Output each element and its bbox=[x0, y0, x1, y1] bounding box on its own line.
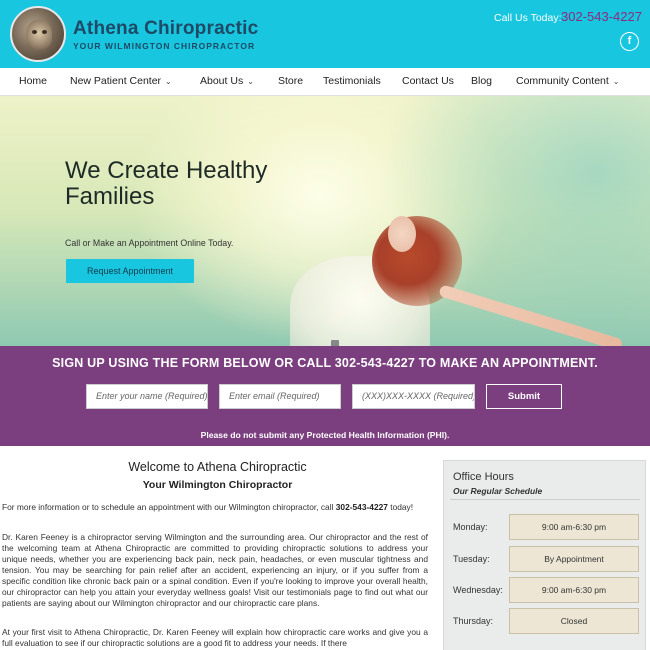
hero-banner bbox=[0, 96, 650, 346]
signup-band: SIGN UP USING THE FORM BELOW OR CALL 302… bbox=[0, 346, 650, 446]
nav-item-label: Contact Us bbox=[402, 75, 454, 87]
nav-item-label: Store bbox=[278, 75, 304, 87]
hours-time: 9:00 am-6:30 pm bbox=[509, 514, 639, 540]
nav-item-about-us[interactable]: About Us ⌄ bbox=[200, 75, 254, 87]
intro-text: For more information or to schedule an a… bbox=[2, 502, 336, 512]
chevron-down-icon: ⌄ bbox=[165, 77, 172, 86]
first-visit-paragraph: At your first visit to Athena Chiropract… bbox=[2, 627, 428, 648]
hours-time: By Appointment bbox=[509, 546, 639, 572]
about-paragraph: Dr. Karen Feeney is a chiropractor servi… bbox=[2, 532, 428, 608]
office-hours-title: Office Hours bbox=[453, 471, 514, 483]
nav-item-testimonials[interactable]: Testimonials bbox=[323, 75, 381, 87]
signup-title: SIGN UP USING THE FORM BELOW OR CALL 302… bbox=[52, 356, 598, 370]
divider bbox=[450, 499, 640, 500]
facebook-icon[interactable]: f bbox=[620, 32, 639, 51]
nav-item-home[interactable]: Home bbox=[19, 75, 47, 87]
intro-text-end: today! bbox=[387, 502, 414, 512]
request-appointment-button[interactable]: Request Appointment bbox=[66, 259, 194, 283]
nav-item-store[interactable]: Store bbox=[278, 75, 303, 87]
hours-day: Tuesday: bbox=[453, 554, 490, 564]
email-field[interactable]: Enter email (Required) bbox=[219, 384, 341, 409]
nav-item-contact-us[interactable]: Contact Us bbox=[402, 75, 454, 87]
site-header: Athena Chiropractic YOUR WILMINGTON CHIR… bbox=[0, 0, 650, 68]
logo-owl-eye-right bbox=[42, 30, 47, 34]
main-nav: Home New Patient Center ⌄ About Us ⌄ Store… bbox=[0, 68, 650, 96]
nav-item-label: Blog bbox=[471, 75, 493, 87]
nav-item-label: Community Content bbox=[516, 75, 609, 87]
logo-owl-face bbox=[26, 20, 52, 50]
page-title: Welcome to Athena Chiropractic bbox=[128, 460, 307, 474]
submit-button[interactable]: Submit bbox=[486, 384, 562, 409]
nav-item-blog[interactable]: Blog bbox=[471, 75, 492, 87]
nav-item-label: New Patient Center bbox=[70, 75, 162, 87]
intro-phone-link[interactable]: 302-543-4227 bbox=[336, 502, 388, 512]
hero-subtitle: Call or Make an Appointment Online Today… bbox=[65, 238, 234, 248]
chevron-down-icon: ⌄ bbox=[612, 77, 620, 86]
nav-item-new-patient-center[interactable]: New Patient Center ⌄ bbox=[70, 75, 172, 87]
hours-day: Wednesday: bbox=[453, 585, 503, 595]
office-hours-subtitle: Our Regular Schedule bbox=[453, 486, 543, 496]
hero-title: We Create Healthy Families bbox=[65, 157, 268, 210]
brand-name[interactable]: Athena Chiropractic bbox=[73, 18, 258, 40]
page-subtitle: Your Wilmington Chiropractor bbox=[142, 479, 293, 491]
nav-item-label: Home bbox=[19, 75, 48, 87]
name-field[interactable]: Enter your name (Required) bbox=[86, 384, 208, 409]
hours-time: 9:00 am-6:30 pm bbox=[509, 577, 639, 603]
intro-paragraph: For more information or to schedule an a… bbox=[2, 502, 428, 513]
phone-field[interactable]: (XXX)XXX-XXXX (Required) bbox=[352, 384, 475, 409]
hours-day: Monday: bbox=[453, 522, 488, 532]
call-label: Call Us Today: bbox=[494, 12, 562, 24]
logo-owl-eye-left bbox=[32, 30, 37, 34]
brand-tagline: YOUR WILMINGTON CHIROPRACTOR bbox=[73, 41, 256, 51]
nav-item-label: About Us bbox=[200, 75, 244, 87]
chevron-down-icon: ⌄ bbox=[247, 77, 254, 86]
hero-woman-face bbox=[388, 216, 416, 252]
logo-owl-icon[interactable] bbox=[10, 6, 66, 62]
hours-time: Closed bbox=[509, 608, 639, 634]
nav-item-label: Testimonials bbox=[323, 75, 381, 87]
office-hours-widget: Office Hours Our Regular Schedule Monday… bbox=[443, 460, 646, 650]
hours-day: Thursday: bbox=[453, 616, 494, 626]
header-phone-link[interactable]: 302-543-4227 bbox=[561, 9, 642, 24]
nav-item-community-content[interactable]: Community Content ⌄ bbox=[516, 75, 620, 87]
phi-notice: Please do not submit any Protected Healt… bbox=[200, 430, 450, 440]
